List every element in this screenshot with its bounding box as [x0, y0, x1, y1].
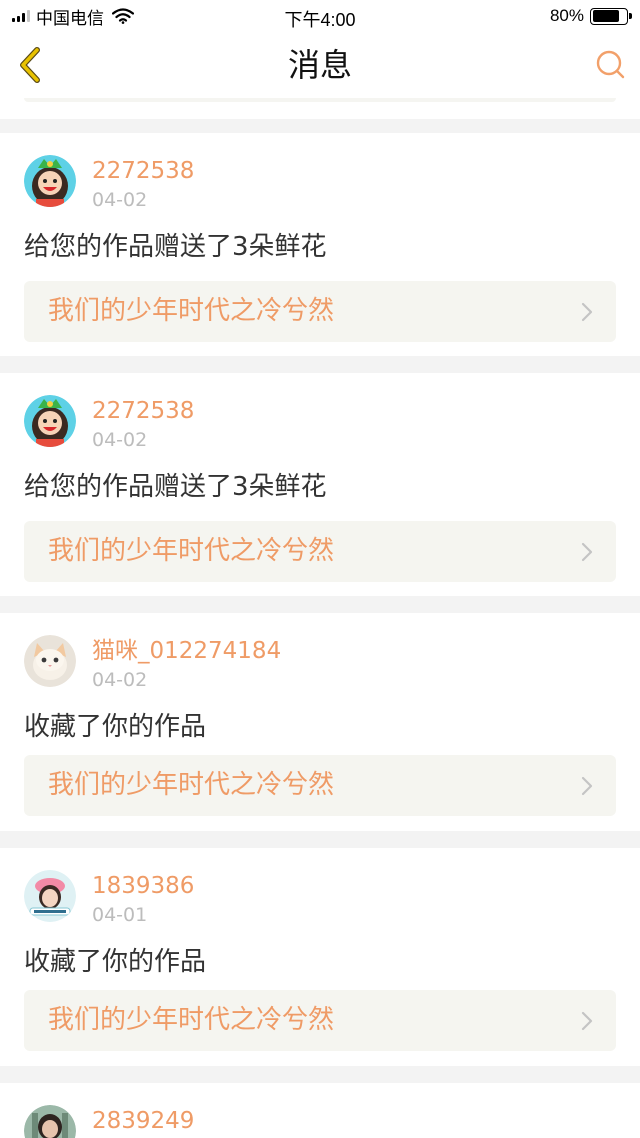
cartoon-girl-avatar-icon [24, 395, 76, 447]
avatar[interactable] [24, 1105, 76, 1138]
avatar[interactable] [24, 395, 76, 447]
message-date: 04-02 [92, 189, 148, 211]
message-text: 收藏了你的作品 [24, 712, 207, 742]
avatar[interactable] [24, 635, 76, 687]
avatar[interactable] [24, 155, 76, 207]
username[interactable]: 2272538 [92, 157, 194, 185]
status-time: 下午4:00 [284, 10, 356, 30]
message-date: 04-02 [92, 669, 148, 691]
message-text: 给您的作品赠送了3朵鲜花 [24, 472, 327, 502]
search-button[interactable] [594, 48, 628, 82]
message-card[interactable]: 猫咪_012274184 04-02 收藏了你的作品 我们的少年时代之冷兮然 [0, 613, 640, 831]
previous-message-card [0, 98, 640, 119]
message-date: 04-02 [92, 429, 148, 451]
chevron-right-icon [581, 302, 593, 322]
search-icon [596, 50, 625, 79]
work-title: 我们的少年时代之冷兮然 [48, 770, 335, 800]
photo-avatar-icon [24, 1105, 76, 1138]
status-bar: 中国电信 下午4:00 80% [0, 0, 640, 32]
message-card[interactable]: 2272538 04-02 给您的作品赠送了3朵鲜花 我们的少年时代之冷兮然 [0, 373, 640, 596]
username[interactable]: 1839386 [92, 872, 194, 900]
battery-level-fill [592, 10, 619, 22]
work-title: 我们的少年时代之冷兮然 [48, 1005, 335, 1035]
username[interactable]: 猫咪_012274184 [92, 637, 281, 665]
message-text: 给您的作品赠送了3朵鲜花 [24, 232, 327, 262]
girl-photo-avatar-icon [24, 870, 76, 922]
work-title: 我们的少年时代之冷兮然 [48, 296, 335, 326]
avatar[interactable] [24, 870, 76, 922]
work-title: 我们的少年时代之冷兮然 [48, 536, 335, 566]
message-card[interactable]: 1839386 04-01 收藏了你的作品 我们的少年时代之冷兮然 [0, 848, 640, 1066]
nav-bar: 消息 [0, 32, 640, 98]
chevron-right-icon [581, 1011, 593, 1031]
chevron-right-icon [581, 776, 593, 796]
cartoon-girl-avatar-icon [24, 155, 76, 207]
work-link[interactable]: 我们的少年时代之冷兮然 [24, 521, 616, 582]
message-text: 收藏了你的作品 [24, 947, 207, 977]
message-card[interactable]: 2839249 [0, 1083, 640, 1138]
page-title: 消息 [287, 46, 352, 84]
kitten-photo-avatar-icon [24, 635, 76, 687]
chevron-right-icon [581, 542, 593, 562]
message-date: 04-01 [92, 904, 148, 926]
battery-icon [590, 7, 632, 25]
battery-percent: 80% [549, 6, 584, 25]
message-card[interactable]: 2272538 04-02 给您的作品赠送了3朵鲜花 我们的少年时代之冷兮然 [0, 133, 640, 356]
username[interactable]: 2272538 [92, 397, 194, 425]
status-right: 80% [549, 6, 632, 26]
work-link[interactable]: 我们的少年时代之冷兮然 [24, 281, 616, 342]
work-link[interactable]: 我们的少年时代之冷兮然 [24, 755, 616, 816]
username[interactable]: 2839249 [92, 1107, 194, 1135]
work-link[interactable]: 我们的少年时代之冷兮然 [24, 990, 616, 1051]
previous-work-link[interactable] [24, 98, 616, 102]
battery-cap [629, 12, 632, 19]
